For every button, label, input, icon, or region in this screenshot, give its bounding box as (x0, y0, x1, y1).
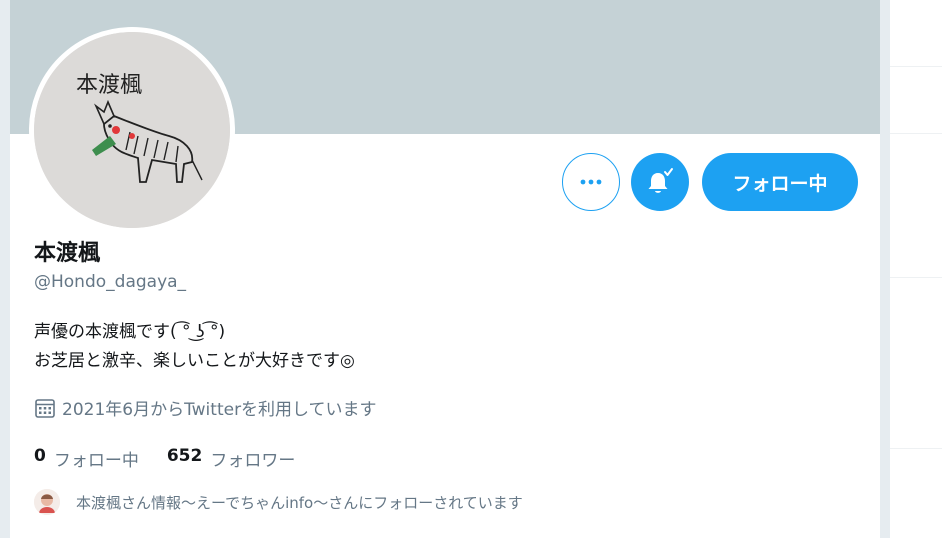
avatar-drawing: 本渡楓 (34, 32, 230, 228)
right-side-panel (890, 0, 942, 538)
followers-count: 652 (166, 446, 203, 466)
followed-by[interactable]: 本渡楓さん情報〜えーでちゃんinfo〜さんにフォローされています (34, 489, 523, 515)
followers-label: フォロワー (210, 451, 296, 471)
profile-avatar[interactable]: 本渡楓 (29, 27, 235, 233)
more-icon (580, 179, 602, 185)
notification-button[interactable] (631, 153, 689, 211)
calendar-icon (35, 398, 55, 418)
following-count: 0 (34, 446, 46, 466)
bio-line-1: 声優の本渡楓です( ͡° ͜ʖ ͡°) (34, 322, 226, 342)
notification-bell-icon (648, 168, 673, 193)
following-label: フォロー中 (53, 451, 139, 471)
side-divider (890, 448, 942, 449)
more-button[interactable] (562, 153, 620, 211)
side-divider (890, 133, 942, 134)
side-divider (890, 277, 942, 278)
following-button[interactable]: フォロー中 (702, 153, 858, 211)
follower-avatar (34, 489, 60, 515)
side-divider (890, 66, 942, 67)
joined-text: 2021年6月からTwitterを利用しています (62, 400, 377, 420)
bio-line-2: お芝居と激辛、楽しいことが大好きです◎ (34, 351, 355, 371)
followed-by-text: 本渡楓さん情報〜えーでちゃんinfo〜さんにフォローされています (76, 493, 523, 512)
followers-stat[interactable]: 652 フォロワー (167, 446, 296, 471)
follow-stats: 0 フォロー中 652 フォロワー (34, 446, 295, 471)
user-handle: @Hondo_dagaya_ (34, 272, 187, 292)
profile-card: 本渡楓 フォロー中 本渡楓 @Hondo_dagaya_ 声優の本渡楓です(͡… (10, 0, 880, 538)
page: 本渡楓 フォロー中 本渡楓 @Hondo_dagaya_ 声優の本渡楓です(͡… (0, 0, 942, 538)
avatar-caption: 本渡楓 (76, 73, 142, 98)
joined-date: 2021年6月からTwitterを利用しています (34, 395, 377, 420)
following-stat[interactable]: 0 フォロー中 (34, 446, 139, 471)
display-name: 本渡楓 (34, 241, 101, 266)
